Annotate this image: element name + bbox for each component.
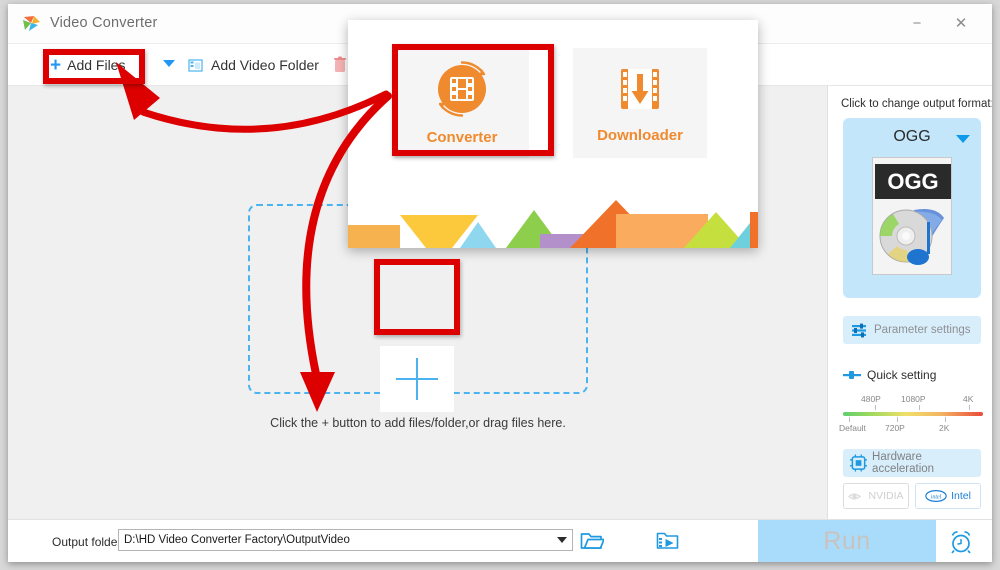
quality-label-1080p: 1080P	[901, 394, 926, 404]
quality-label-4k: 4K	[963, 394, 974, 404]
gpu-nvidia-label: NVIDIA	[868, 490, 904, 502]
quality-label-720p: 720P	[885, 423, 905, 433]
nvidia-eye-icon	[848, 493, 862, 499]
quality-label-default: Default	[839, 423, 866, 433]
chevron-down-icon[interactable]	[163, 60, 175, 67]
run-button-label: Run	[823, 526, 871, 555]
decorative-triangles-art	[348, 200, 758, 248]
gpu-intel-button[interactable]: intel Intel	[915, 483, 981, 509]
quality-slider-track	[843, 412, 983, 416]
alarm-clock-icon[interactable]	[948, 530, 974, 554]
hardware-acceleration-label: Hardware acceleration	[872, 451, 935, 475]
quality-slider[interactable]: 480P 1080P 4K Default 720P 2K	[839, 394, 983, 442]
quality-tick	[849, 417, 850, 422]
quality-tick	[897, 417, 898, 422]
format-thumbnail-band: OGG	[875, 164, 951, 199]
gpu-intel-label: Intel	[951, 490, 971, 502]
hardware-acceleration-button[interactable]: Hardware acceleration	[843, 449, 981, 477]
output-folder-input[interactable]: D:\HD Video Converter Factory\OutputVide…	[118, 529, 573, 551]
film-download-icon	[621, 68, 659, 109]
chevron-down-icon[interactable]	[956, 135, 970, 143]
add-video-folder-label: Add Video Folder	[211, 57, 319, 73]
downloader-card[interactable]: Downloader	[573, 48, 707, 158]
output-settings-sidebar: Click to change output format: OGG OGG P…	[829, 86, 992, 519]
quality-tick	[919, 405, 920, 410]
cpu-chip-icon	[850, 454, 868, 472]
quality-label-2k: 2K	[939, 423, 950, 433]
app-logo-icon	[23, 16, 40, 31]
quality-tick	[945, 417, 946, 422]
slider-handle-icon	[843, 371, 861, 379]
audio-disc-icon	[879, 209, 944, 265]
quality-tick	[875, 405, 876, 410]
close-button[interactable]: ✕	[948, 12, 974, 36]
run-button[interactable]: Run	[758, 520, 936, 562]
video-converter-window: Video Converter − ✕ + Add Files Add Vide…	[8, 4, 992, 562]
folder-video-icon	[188, 58, 203, 72]
parameter-settings-label: Parameter settings	[874, 324, 971, 336]
intel-badge-icon: intel	[925, 490, 947, 502]
gpu-toggle-row: NVIDIA intel Intel	[843, 483, 981, 509]
open-folder-icon[interactable]	[580, 530, 604, 551]
format-thumbnail: OGG	[872, 157, 952, 275]
highlight-box-converter	[392, 44, 554, 156]
quick-setting-row: Quick setting	[843, 368, 936, 382]
output-format-card[interactable]: OGG OGG	[843, 118, 981, 298]
page-title: Video Converter	[50, 15, 158, 31]
output-folder-label: Output folder:	[52, 535, 125, 549]
quality-tick	[969, 405, 970, 410]
chevron-down-icon[interactable]	[557, 537, 567, 543]
add-video-folder-button[interactable]: Add Video Folder	[188, 53, 319, 77]
highlight-box-plus	[374, 259, 460, 335]
svg-text:intel: intel	[931, 495, 942, 501]
trash-icon[interactable]	[333, 56, 347, 73]
quality-label-480p: 480P	[861, 394, 881, 404]
gpu-nvidia-button[interactable]: NVIDIA	[843, 483, 909, 509]
downloader-card-label: Downloader	[597, 126, 683, 144]
output-format-label: Click to change output format:	[841, 98, 992, 110]
highlight-box-add-files	[43, 49, 145, 84]
minimize-button[interactable]: −	[904, 12, 930, 36]
quick-setting-label: Quick setting	[867, 368, 937, 382]
parameter-settings-button[interactable]: Parameter settings	[843, 316, 981, 344]
add-file-plus-button[interactable]	[380, 346, 454, 412]
dropzone-hint-text: Click the + button to add files/folder,o…	[270, 416, 566, 430]
sliders-icon	[852, 323, 866, 337]
format-thumbnail-text: OGG	[887, 169, 939, 194]
bottom-bar: Output folder: D:\HD Video Converter Fac…	[8, 519, 992, 562]
merge-video-icon[interactable]	[656, 530, 679, 551]
